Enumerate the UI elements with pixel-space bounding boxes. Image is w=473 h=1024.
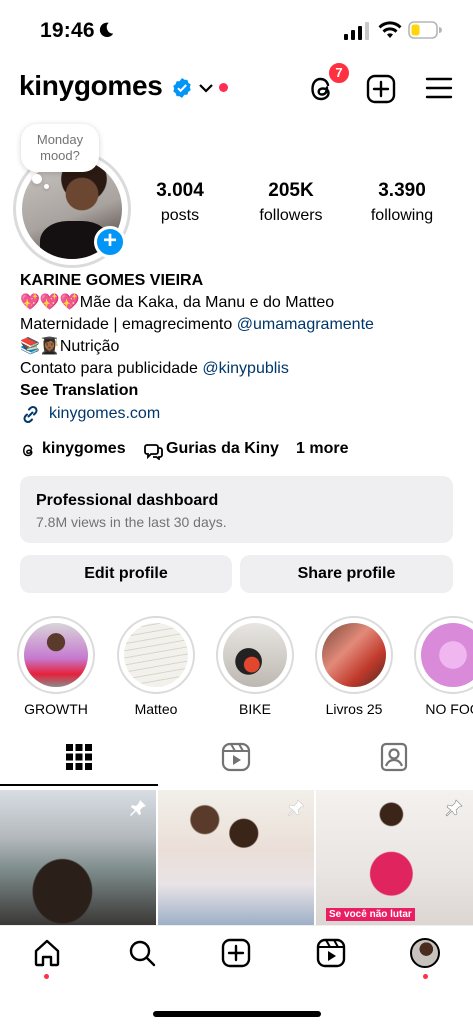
highlight-label: BIKE — [239, 701, 271, 717]
following-label: following — [370, 207, 434, 224]
edit-profile-button[interactable]: Edit profile — [20, 555, 232, 593]
more-chips-label: 1 more — [296, 440, 349, 457]
grid-icon[interactable] — [64, 742, 94, 772]
mention-umamagramente[interactable]: @umamagramente — [237, 316, 374, 333]
profile-header: kinygomes 7 — [0, 62, 473, 116]
verified-badge-icon — [173, 78, 191, 98]
highlight-cover — [24, 623, 88, 687]
highlight-ring — [216, 616, 294, 694]
notification-dot — [219, 83, 228, 92]
profile-bio: KARINE GOMES VIEIRA 💖💖💖Mãe da Kaka, da M… — [20, 270, 460, 402]
status-time: 19:46 — [40, 19, 95, 42]
posts-stat[interactable]: 3.004 posts — [125, 180, 235, 225]
dashboard-subtitle: 7.8M views in the last 30 days. — [36, 514, 227, 530]
tagged-icon[interactable] — [379, 742, 409, 772]
highlight-label: NO FOO — [425, 701, 473, 717]
more-chips-button[interactable]: 1 more — [296, 440, 348, 458]
add-story-plus-icon[interactable]: + — [94, 226, 126, 258]
followers-label: followers — [259, 207, 323, 224]
full-name: KARINE GOMES VIEIRA — [20, 272, 204, 289]
highlight-label: Matteo — [134, 701, 178, 717]
wifi-icon — [378, 21, 402, 38]
professional-dashboard-card[interactable]: Professional dashboard 7.8M views in the… — [20, 476, 453, 543]
see-translation-link[interactable]: See Translation — [20, 380, 460, 402]
threads-icon — [22, 444, 33, 457]
highlight-ring — [117, 616, 195, 694]
pin-icon — [130, 800, 146, 816]
bio-line-4-text: Contato para publicidade — [20, 360, 203, 377]
website-link[interactable]: kinygomes.com — [49, 405, 160, 423]
cellular-signal-icon — [344, 22, 369, 40]
create-post-icon[interactable] — [366, 74, 396, 104]
active-tab-indicator — [0, 784, 158, 786]
moon-icon — [99, 22, 114, 38]
bio-line-2: Maternidade | emagrecimento @umamagramen… — [20, 314, 460, 336]
home-indicator — [153, 1011, 321, 1017]
home-icon[interactable] — [32, 938, 62, 968]
posts-label: posts — [160, 207, 200, 224]
highlight-label: GROWTH — [24, 701, 88, 717]
bio-line-3: 📚👩🏾‍🎓Nutrição — [20, 338, 120, 355]
pin-icon — [287, 799, 305, 817]
highlight-ring — [17, 616, 95, 694]
highlight-cover — [421, 623, 473, 687]
home-activity-dot — [44, 974, 49, 979]
highlight-growth[interactable]: GROWTH — [17, 616, 95, 717]
reels-nav-icon[interactable] — [316, 938, 346, 968]
highlight-label: Livros 25 — [325, 701, 383, 717]
threads-badge-count: 7 — [328, 62, 350, 84]
create-icon[interactable] — [221, 938, 251, 968]
reels-icon[interactable] — [221, 742, 251, 772]
followers-count: 205K — [268, 180, 314, 201]
highlight-livros[interactable]: Livros 25 — [315, 616, 393, 717]
threads-chip-label: kinygomes — [42, 440, 126, 457]
search-icon[interactable] — [127, 938, 157, 968]
hamburger-menu-icon[interactable] — [425, 74, 453, 102]
highlight-matteo[interactable]: Matteo — [117, 616, 195, 717]
status-bar: 19:46 — [0, 0, 473, 62]
highlight-bike[interactable]: BIKE — [216, 616, 294, 717]
channel-chat-icon — [144, 444, 163, 460]
highlight-no-foo[interactable]: NO FOO — [414, 616, 473, 717]
profile-tab-avatar[interactable] — [410, 938, 440, 968]
following-count: 3.390 — [378, 180, 426, 201]
username-switcher[interactable]: kinygomes — [19, 70, 163, 102]
post-thumbnail-1[interactable] — [0, 790, 156, 925]
highlight-cover — [124, 623, 188, 687]
highlight-ring — [315, 616, 393, 694]
share-profile-button[interactable]: Share profile — [240, 555, 453, 593]
mention-kinypublis[interactable]: @kinypublis — [202, 360, 289, 377]
post-caption-overlay: Se você não lutar — [326, 908, 415, 921]
dashboard-title: Professional dashboard — [36, 492, 219, 509]
posts-count: 3.004 — [156, 180, 204, 201]
note-bubble-tail-small — [44, 184, 49, 189]
post-thumbnail-2[interactable] — [158, 790, 314, 925]
following-stat[interactable]: 3.390 following — [347, 180, 457, 225]
note-bubble-tail — [32, 174, 42, 184]
note-bubble[interactable]: Monday mood? — [21, 124, 99, 172]
followers-stat[interactable]: 205K followers — [236, 180, 346, 225]
channel-chip-label: Gurias da Kiny — [166, 440, 279, 457]
profile-activity-dot — [423, 974, 428, 979]
pin-icon — [445, 799, 463, 817]
bio-line-1: 💖💖💖Mãe da Kaka, da Manu e do Matteo — [20, 294, 335, 311]
chevron-down-icon[interactable] — [198, 80, 214, 96]
link-icon — [23, 405, 38, 424]
bottom-navigation — [0, 925, 473, 1024]
highlight-cover — [322, 623, 386, 687]
highlight-cover — [223, 623, 287, 687]
post-thumbnail-3[interactable]: Se você não lutar — [316, 790, 473, 925]
bio-line-2-text: Maternidade | emagrecimento — [20, 316, 237, 333]
bio-line-4: Contato para publicidade @kinypublis — [20, 358, 460, 380]
battery-low-icon — [408, 21, 442, 39]
highlight-ring — [414, 616, 473, 694]
